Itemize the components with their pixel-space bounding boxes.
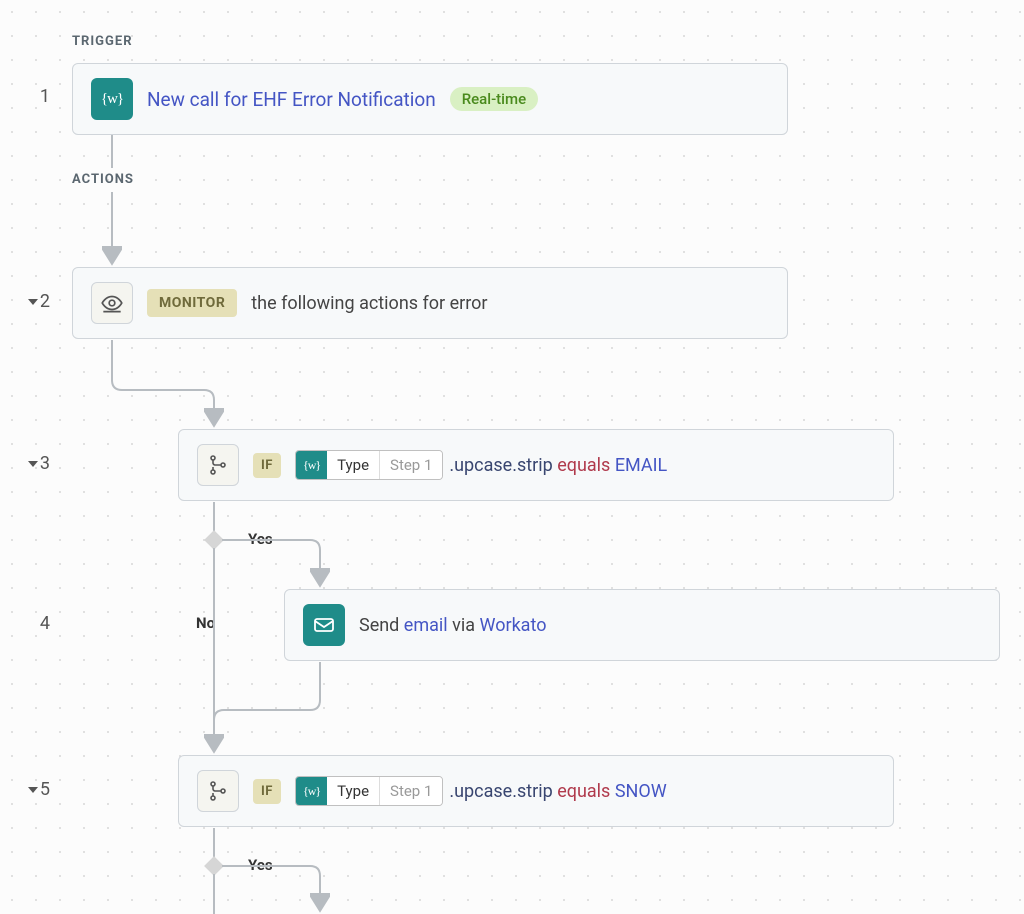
flow-connectors xyxy=(0,0,1024,914)
